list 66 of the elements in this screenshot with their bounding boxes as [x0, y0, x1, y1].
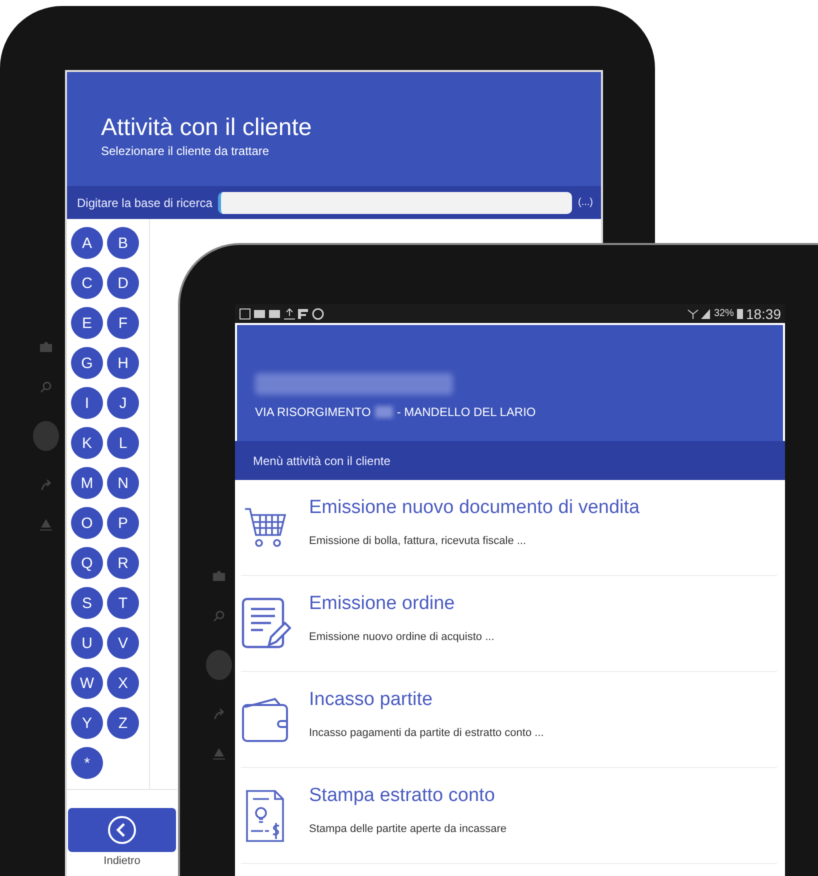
- search-icon: [40, 381, 52, 393]
- menu-item-description: Emissione nuovo ordine di acquisto ...: [309, 630, 494, 642]
- letter-button[interactable]: X: [107, 667, 139, 699]
- document-pencil-icon: [241, 596, 291, 650]
- letter-button[interactable]: B: [107, 227, 139, 259]
- letter-button[interactable]: A: [71, 227, 103, 259]
- letter-button[interactable]: I: [71, 387, 103, 419]
- menu-item[interactable]: Emissione nuovo documento di vendita Emissione di bolla, fattura, ricevuta fiscale ...: [241, 480, 777, 576]
- arrow-icon: [213, 708, 225, 720]
- letter-button[interactable]: S: [71, 587, 103, 619]
- letter-button[interactable]: M: [71, 467, 103, 499]
- back-button[interactable]: [68, 808, 176, 852]
- letter-button[interactable]: R: [107, 547, 139, 579]
- letter-button[interactable]: Y: [71, 707, 103, 739]
- search-icon: [213, 610, 225, 622]
- home-icon: [39, 519, 53, 531]
- letter-button[interactable]: N: [107, 467, 139, 499]
- camera-icon: [33, 421, 59, 451]
- letter-button[interactable]: H: [107, 347, 139, 379]
- search-label: Digitare la base di ricerca: [77, 196, 212, 210]
- letter-button[interactable]: C: [71, 267, 103, 299]
- menu-item-title: Stampa estratto conto: [309, 784, 496, 806]
- home-icon: [212, 748, 226, 760]
- customer-address: VIA RISORGIMENTO: [255, 405, 371, 419]
- letter-button[interactable]: *: [71, 747, 103, 779]
- letter-button[interactable]: T: [107, 587, 139, 619]
- letter-button[interactable]: F: [107, 307, 139, 339]
- search-field[interactable]: [218, 192, 572, 214]
- battery-icon: [736, 308, 743, 319]
- menu-item[interactable]: Emissione ordine Emissione nuovo ordine di acquisto ...: [241, 576, 777, 672]
- letter-button[interactable]: P: [107, 507, 139, 539]
- letter-button[interactable]: O: [71, 507, 103, 539]
- arrow-icon: [40, 479, 52, 491]
- letter-button[interactable]: V: [107, 627, 139, 659]
- letter-button[interactable]: J: [107, 387, 139, 419]
- menu-item-title: Emissione nuovo documento di vendita: [309, 496, 640, 518]
- section-title: Menù attività con il cliente: [253, 454, 390, 468]
- upload-icon: [284, 308, 295, 320]
- blurred-number: [374, 406, 393, 418]
- more-button[interactable]: (...): [578, 197, 593, 208]
- letter-button[interactable]: Z: [107, 707, 139, 739]
- menu-item-title: Incasso partite: [309, 688, 434, 710]
- battery-percent: 32%: [714, 308, 734, 319]
- menu-item-description: Stampa delle partite aperte da incassare: [309, 822, 507, 834]
- menu-item[interactable]: Incasso partite Incasso pagamenti da partite di estratto conto ...: [241, 672, 777, 768]
- menu-item-description: Incasso pagamenti da partite di estratto conto ...: [309, 726, 544, 738]
- back-label: Indietro: [104, 855, 140, 867]
- letter-button[interactable]: E: [71, 307, 103, 339]
- letter-button[interactable]: K: [71, 427, 103, 459]
- letter-button[interactable]: G: [71, 347, 103, 379]
- menu-item[interactable]: Stampa estratto conto Stampa delle partite aperte da incassare: [241, 768, 777, 864]
- letter-button[interactable]: Q: [71, 547, 103, 579]
- customer-city: - MANDELLO DEL LARIO: [396, 405, 536, 419]
- letter-button[interactable]: D: [107, 267, 139, 299]
- wallet-icon: [241, 696, 291, 742]
- clock: 18:39: [746, 306, 781, 322]
- page-title: Attività con il cliente: [101, 114, 313, 142]
- camera-icon: [206, 650, 232, 680]
- letter-button[interactable]: W: [71, 667, 103, 699]
- menu-item-title: Emissione ordine: [309, 592, 456, 614]
- back-icon: [107, 815, 137, 845]
- menu-item-description: Emissione di bolla, fattura, ricevuta fiscale ...: [309, 534, 528, 546]
- signal-icon: [686, 308, 711, 319]
- letter-button[interactable]: U: [71, 627, 103, 659]
- page-subtitle: Selezionare il cliente da trattare: [101, 144, 270, 158]
- letter-button[interactable]: L: [107, 427, 139, 459]
